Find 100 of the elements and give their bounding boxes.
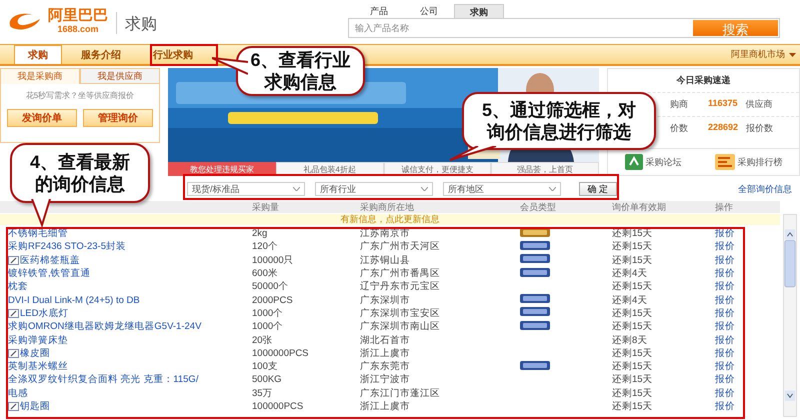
location-cell-text: 广东深圳市南山区 <box>360 320 441 334</box>
market-menu[interactable]: 阿里商机市场 <box>731 48 785 61</box>
scrollbar[interactable] <box>783 214 797 417</box>
quote-link[interactable]: 报价 <box>715 254 735 267</box>
inquiry-title-link[interactable]: 英制基米螺丝 <box>8 360 68 374</box>
quantity-cell-text: 500KG <box>252 374 283 386</box>
confirm-button[interactable]: 确 定 <box>579 182 617 196</box>
inquiry-title-link[interactable]: 枕套 <box>8 280 28 294</box>
stat-value: 228692 <box>708 122 738 134</box>
prompt-text: 花5秒写需求？坐等供应商报价 <box>26 90 134 101</box>
panel-title: 今日采购速递 <box>676 74 732 87</box>
inquiry-title-link[interactable]: 全涤双罗纹针织复合面料 亮光 克重：115G/ <box>8 373 198 386</box>
all-inquiries-link[interactable]: 全部询价信息 <box>738 182 792 196</box>
inquiry-title-link[interactable]: 采购弹簧床垫 <box>8 334 68 347</box>
filter-select[interactable]: 所有行业 <box>315 182 433 196</box>
location-cell-text: 广东深圳市 <box>360 294 411 307</box>
stat-label: 价数 <box>670 122 688 135</box>
inquiry-title-link[interactable]: DVI-I Dual Link-M (24+5) to DB <box>8 294 140 306</box>
member-badge-icon <box>520 307 550 316</box>
search-tab[interactable]: 产品 <box>354 4 404 18</box>
quote-link[interactable]: 报价 <box>715 240 735 254</box>
filter-select[interactable]: 所有地区 <box>443 182 561 196</box>
location-cell-text: 辽宁丹东市元宝区 <box>360 280 441 294</box>
quote-link[interactable]: 报价 <box>715 373 735 386</box>
panel-link[interactable]: 采购论坛 <box>646 156 682 168</box>
validity-cell-text: 还剩15天 <box>612 373 654 386</box>
member-badge-icon <box>520 294 550 304</box>
inquiry-title-link[interactable]: 医药棉签瓶盖 <box>20 254 80 267</box>
quantity-cell-text: 50000个 <box>252 280 290 294</box>
quote-link[interactable]: 报价 <box>715 267 735 280</box>
filter-select[interactable]: 现货/标准品 <box>187 182 305 196</box>
select-caret-icon[interactable] <box>549 187 556 191</box>
member-badge-icon <box>520 360 550 370</box>
inquiry-button[interactable]: 发询价单 <box>7 109 77 127</box>
caret-icon[interactable] <box>789 52 796 56</box>
validity-cell-text: 还剩8天 <box>612 334 648 347</box>
validity-cell-text: 还剩15天 <box>612 360 654 374</box>
quote-link[interactable]: 报价 <box>715 346 735 360</box>
nav-tab[interactable]: 服务介绍 <box>68 45 134 64</box>
search-tab[interactable]: 求购 <box>454 4 504 18</box>
column-header: 采购商所在地 <box>360 201 415 214</box>
inquiry-title-link[interactable]: 采购RF2436 STO-23-5封装 <box>8 240 126 254</box>
location-cell-text: 广东江门市蓬江区 <box>360 386 441 400</box>
role-tab[interactable]: 我是供应商 <box>80 68 160 84</box>
search-tab[interactable]: 公司 <box>404 4 454 18</box>
quantity-cell-text: 600米 <box>252 267 279 280</box>
role-tab[interactable]: 我是采购商 <box>0 68 80 84</box>
column-header: 采购量 <box>252 201 280 214</box>
quantity-cell-text: 2kg <box>252 228 268 240</box>
quote-link[interactable]: 报价 <box>715 400 735 413</box>
inquiry-title-link[interactable]: 橡皮圈 <box>20 346 50 360</box>
ranking-icon[interactable] <box>714 154 734 170</box>
select-caret-icon[interactable] <box>293 187 300 191</box>
location-cell-text: 湖北石首市 <box>360 334 411 347</box>
page-title: 求购 <box>125 14 157 35</box>
callout-bubble: 4、查看最新的询价信息 <box>10 143 150 203</box>
quote-link[interactable]: 报价 <box>715 386 735 400</box>
quantity-cell-text: 1000000PCS <box>252 348 310 359</box>
inquiry-title-link[interactable]: 钥匙圈 <box>20 400 50 413</box>
member-badge-icon <box>520 268 550 277</box>
location-cell-text: 广东深圳市宝安区 <box>360 306 441 320</box>
nav-tab[interactable]: 求购 <box>14 45 62 64</box>
highlight-frame <box>150 44 218 66</box>
quote-link[interactable]: 报价 <box>715 280 735 294</box>
stat-value: 116375 <box>708 98 738 110</box>
inquiry-button[interactable]: 管理询价 <box>83 109 153 127</box>
quantity-cell-text: 100支 <box>252 360 279 374</box>
validity-cell-text: 还剩15天 <box>612 400 654 413</box>
validity-cell-text: 还剩15天 <box>612 386 654 400</box>
quantity-cell-text: 120个 <box>252 240 279 254</box>
inquiry-title-link[interactable]: LED水底灯 <box>20 306 68 320</box>
quantity-cell-text: 35万 <box>252 386 274 400</box>
location-cell-text: 江苏南京市 <box>360 227 411 240</box>
stat-label: 报价数 <box>746 122 774 135</box>
select-caret-icon[interactable] <box>421 187 428 191</box>
quantity-cell-text: 100000只 <box>252 254 295 267</box>
validity-cell-text: 还剩15天 <box>612 240 654 254</box>
location-cell-text: 广东广州市番禺区 <box>360 267 441 280</box>
quantity-cell-text: 1000个 <box>252 320 284 334</box>
quote-link[interactable]: 报价 <box>715 360 735 374</box>
column-header: 询价单有效期 <box>612 201 667 214</box>
nav-tab[interactable]: 行业求购 <box>140 45 206 64</box>
inquiry-title-link[interactable]: 镀锌铁管,铁管直通 <box>8 267 91 280</box>
validity-cell-text: 还剩15天 <box>612 306 654 320</box>
validity-cell-text: 还剩15天 <box>612 320 654 334</box>
location-cell-text: 江苏铜山县 <box>360 254 411 267</box>
quote-link[interactable]: 报价 <box>715 320 735 334</box>
inquiry-title-link[interactable]: 求购OMRON继电器欧姆龙继电器G5V-1-24V <box>8 320 202 334</box>
quote-link[interactable]: 报价 <box>715 334 735 347</box>
forum-icon[interactable] <box>624 154 642 170</box>
callout-bubble: 6、查看行业求购信息 <box>236 46 365 96</box>
panel-link[interactable]: 采购排行榜 <box>738 156 782 168</box>
validity-cell-text: 还剩15天 <box>612 254 654 267</box>
location-cell-text: 浙江上虞市 <box>360 400 411 413</box>
quote-link[interactable]: 报价 <box>715 306 735 320</box>
quote-link[interactable]: 报价 <box>715 294 735 307</box>
member-badge-icon <box>520 254 550 264</box>
callout-pointer <box>212 56 248 78</box>
validity-cell-text: 还剩15天 <box>612 280 654 294</box>
inquiry-title-link[interactable]: 电感 <box>8 386 28 400</box>
